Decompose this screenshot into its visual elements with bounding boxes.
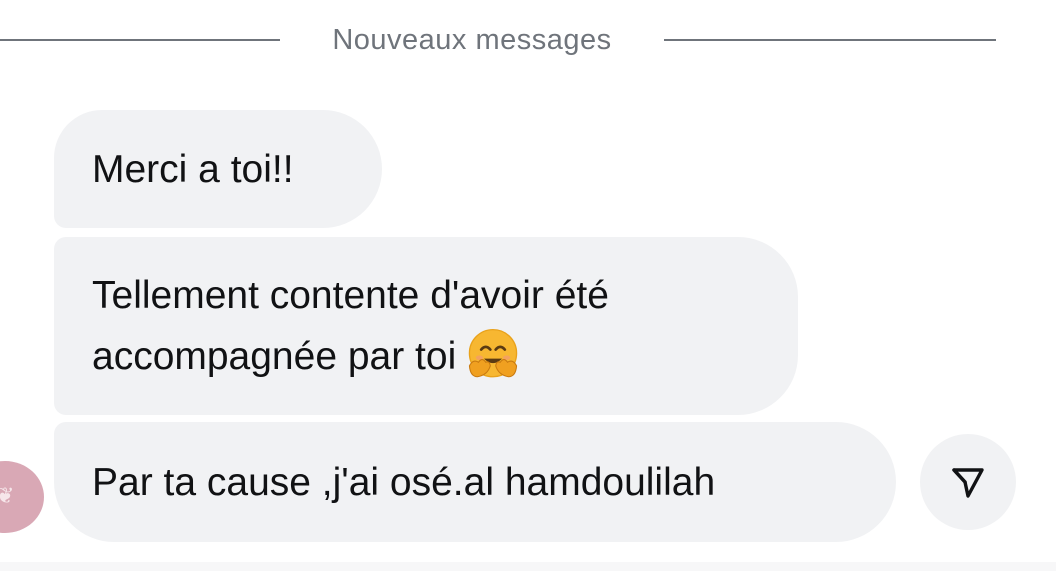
message-text-3: Par ta cause ,j'ai osé.al hamdoulilah [92,460,716,504]
message-bubble-2[interactable]: Tellement contente d'avoir été accompagn… [54,237,798,415]
divider-label: Nouveaux messages [332,24,612,56]
message-text-2-line-2-text: accompagnée par toi [92,335,457,378]
message-text-2-line-1: Tellement contente d'avoir été [92,274,609,317]
hugging-face-emoji-icon [469,328,518,378]
message-text-1: Merci a toi!! [92,147,294,191]
message-text-2-line-2: accompagnée par toi [92,326,760,387]
send-button[interactable] [920,434,1016,530]
avatar-mark: ❦ [0,483,15,508]
message-bubble-3[interactable]: Par ta cause ,j'ai osé.al hamdoulilah [54,422,896,542]
divider-line-right [664,39,996,41]
avatar[interactable]: ❦ [0,461,44,533]
message-bubble-1[interactable]: Merci a toi!! [54,110,382,228]
divider-line-left [0,39,280,41]
paper-plane-icon [952,468,984,498]
composer-edge [0,562,1056,571]
new-messages-divider: Nouveaux messages [0,22,1056,58]
